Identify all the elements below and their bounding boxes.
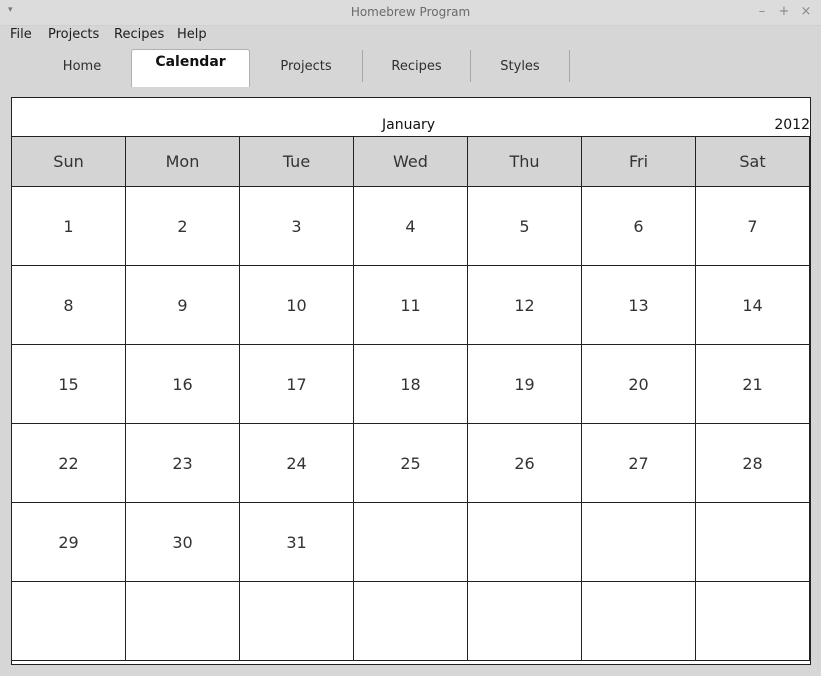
tab-home[interactable]: Home xyxy=(33,50,131,82)
day-cell[interactable]: 23 xyxy=(126,424,240,503)
tab-recipes[interactable]: Recipes xyxy=(363,50,471,82)
day-cell[interactable]: 11 xyxy=(354,266,468,345)
weekday-header-fri: Fri xyxy=(582,137,696,187)
day-cell[interactable]: 3 xyxy=(240,187,354,266)
day-cell[interactable]: 12 xyxy=(468,266,582,345)
day-cell[interactable] xyxy=(354,582,468,661)
day-cell[interactable] xyxy=(12,582,126,661)
day-cell[interactable]: 21 xyxy=(696,345,810,424)
day-cell[interactable]: 24 xyxy=(240,424,354,503)
day-cell[interactable]: 14 xyxy=(696,266,810,345)
day-cell[interactable]: 6 xyxy=(582,187,696,266)
day-cell[interactable]: 8 xyxy=(12,266,126,345)
day-cell[interactable] xyxy=(468,582,582,661)
day-cell[interactable] xyxy=(696,503,810,582)
window-title: Homebrew Program xyxy=(350,5,471,19)
day-cell[interactable]: 26 xyxy=(468,424,582,503)
day-cell[interactable]: 7 xyxy=(696,187,810,266)
day-cell[interactable]: 19 xyxy=(468,345,582,424)
tab-styles[interactable]: Styles xyxy=(471,50,570,82)
day-cell[interactable]: 17 xyxy=(240,345,354,424)
title-bar: ▾ Homebrew Program – + × xyxy=(0,0,821,26)
day-cell[interactable] xyxy=(126,582,240,661)
day-cell[interactable]: 5 xyxy=(468,187,582,266)
menu-help[interactable]: Help xyxy=(177,27,207,42)
day-cell[interactable]: 10 xyxy=(240,266,354,345)
day-cell[interactable]: 20 xyxy=(582,345,696,424)
menu-file[interactable]: File xyxy=(10,27,32,42)
tab-bar: Home Calendar Projects Recipes Styles xyxy=(0,46,821,87)
day-cell[interactable]: 28 xyxy=(696,424,810,503)
menu-bar: File Projects Recipes Help xyxy=(0,26,821,46)
day-cell[interactable]: 25 xyxy=(354,424,468,503)
day-cell[interactable]: 9 xyxy=(126,266,240,345)
weekday-header-tue: Tue xyxy=(240,137,354,187)
day-cell[interactable] xyxy=(696,582,810,661)
weekday-header-wed: Wed xyxy=(354,137,468,187)
calendar-grid: Sun Mon Tue Wed Thu Fri Sat 1 2 3 4 5 6 7 8 9 10 11 12 13 14… xyxy=(12,136,810,664)
day-cell[interactable]: 15 xyxy=(12,345,126,424)
day-cell[interactable]: 2 xyxy=(126,187,240,266)
day-cell[interactable]: 29 xyxy=(12,503,126,582)
day-cell[interactable]: 27 xyxy=(582,424,696,503)
menu-projects[interactable]: Projects xyxy=(48,27,99,42)
close-icon[interactable]: × xyxy=(798,4,814,20)
tab-projects[interactable]: Projects xyxy=(250,50,363,82)
day-cell[interactable]: 22 xyxy=(12,424,126,503)
day-cell[interactable]: 13 xyxy=(582,266,696,345)
calendar-panel: January 2012 Sun Mon Tue Wed Thu Fri Sat 1 2 3 4 5 6… xyxy=(11,97,811,665)
tab-calendar[interactable]: Calendar xyxy=(131,49,250,87)
day-cell[interactable]: 31 xyxy=(240,503,354,582)
weekday-header-sun: Sun xyxy=(12,137,126,187)
day-cell[interactable]: 1 xyxy=(12,187,126,266)
day-cell[interactable]: 18 xyxy=(354,345,468,424)
weekday-header-thu: Thu xyxy=(468,137,582,187)
day-cell[interactable] xyxy=(468,503,582,582)
minimize-icon[interactable]: – xyxy=(754,4,770,20)
year-label: 2012 xyxy=(774,117,810,133)
day-cell[interactable] xyxy=(240,582,354,661)
month-label: January xyxy=(382,117,436,133)
day-cell[interactable] xyxy=(354,503,468,582)
day-cell[interactable]: 4 xyxy=(354,187,468,266)
day-cell[interactable] xyxy=(582,503,696,582)
weekday-header-mon: Mon xyxy=(126,137,240,187)
day-cell[interactable] xyxy=(582,582,696,661)
weekday-header-sat: Sat xyxy=(696,137,810,187)
menu-recipes[interactable]: Recipes xyxy=(114,27,164,42)
day-cell[interactable]: 30 xyxy=(126,503,240,582)
maximize-icon[interactable]: + xyxy=(776,4,792,20)
day-cell[interactable]: 16 xyxy=(126,345,240,424)
